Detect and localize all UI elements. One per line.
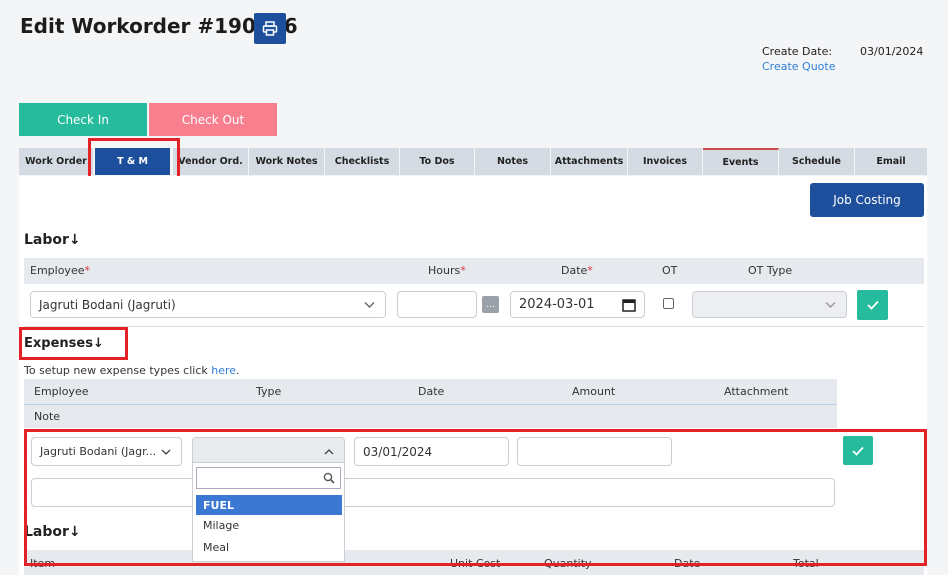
printer-icon [262,21,278,36]
labor-hours-input[interactable] [397,291,477,318]
labor-col-hours: Hours* [428,264,466,277]
expense-setup-link[interactable]: here [211,364,236,377]
expense-col-attachment: Attachment [724,385,789,398]
tab-work-notes[interactable]: Work Notes [249,148,325,175]
check-in-button[interactable]: Check In [19,103,147,136]
labor-save-button[interactable] [857,290,888,320]
required-mark: * [587,264,593,277]
tab-checklists[interactable]: Checklists [325,148,400,175]
labor-divider [24,326,924,327]
tab-notes[interactable]: Notes [475,148,551,175]
ot-checkbox[interactable] [663,298,674,309]
check-out-button[interactable]: Check Out [149,103,277,136]
expense-col-employee: Employee [34,385,89,398]
labor-col-ot-type: OT Type [748,264,793,277]
expense-col-note: Note [34,410,61,423]
create-quote-link[interactable]: Create Quote [762,60,836,73]
required-mark: * [84,264,90,277]
expenses-header-divider [24,404,837,405]
expense-setup-end: . [236,364,240,377]
tab-events[interactable]: Events [703,148,779,175]
labor-employee-select[interactable]: Jagruti Bodani (Jagruti) [30,291,386,318]
job-costing-button[interactable]: Job Costing [810,183,924,217]
check-icon [866,300,879,310]
expense-col-date: Date [418,385,445,398]
tab-schedule[interactable]: Schedule [779,148,855,175]
required-mark: * [460,264,466,277]
ot-type-select[interactable] [692,291,847,318]
print-button[interactable] [254,13,286,44]
tab-invoices[interactable]: Invoices [628,148,703,175]
labor-date-value: 2024-03-01 [519,297,595,312]
labor-col-employee: Employee* [30,264,90,277]
expenses-highlight-box [19,327,128,360]
tab-vendor-ord[interactable]: Vendor Ord. [173,148,249,175]
create-date-label: Create Date: [762,45,833,58]
labor-date-input[interactable]: 2024-03-01 [510,291,645,318]
expense-row-highlight-box [24,429,927,566]
labor-col-hours-text: Hours [428,264,461,277]
hours-more-button[interactable]: ... [482,296,499,313]
labor-heading[interactable]: Labor↓ [24,232,81,248]
labor-col-date-text: Date [561,264,588,277]
labor-heading-text: Labor [24,232,69,248]
tab-work-order[interactable]: Work Order [19,148,94,175]
sort-arrow-icon: ↓ [68,232,81,248]
create-date-value: 03/01/2024 [860,45,924,58]
chevron-down-icon [364,301,375,308]
calendar-icon[interactable] [622,298,636,312]
labor-col-ot: OT [662,264,678,277]
labor-col-date: Date* [561,264,593,277]
labor-employee-value: Jagruti Bodani (Jagruti) [39,297,176,312]
tab-email[interactable]: Email [855,148,928,175]
tab-to-dos[interactable]: To Dos [400,148,475,175]
expense-col-amount: Amount [572,385,616,398]
chevron-down-icon [825,301,836,308]
tab-attachments[interactable]: Attachments [551,148,628,175]
expense-setup-prefix: To setup new expense types click [24,364,212,377]
expense-setup-text: To setup new expense types click here. [24,364,240,377]
labor-col-employee-text: Employee [30,264,85,277]
expense-col-type: Type [256,385,282,398]
